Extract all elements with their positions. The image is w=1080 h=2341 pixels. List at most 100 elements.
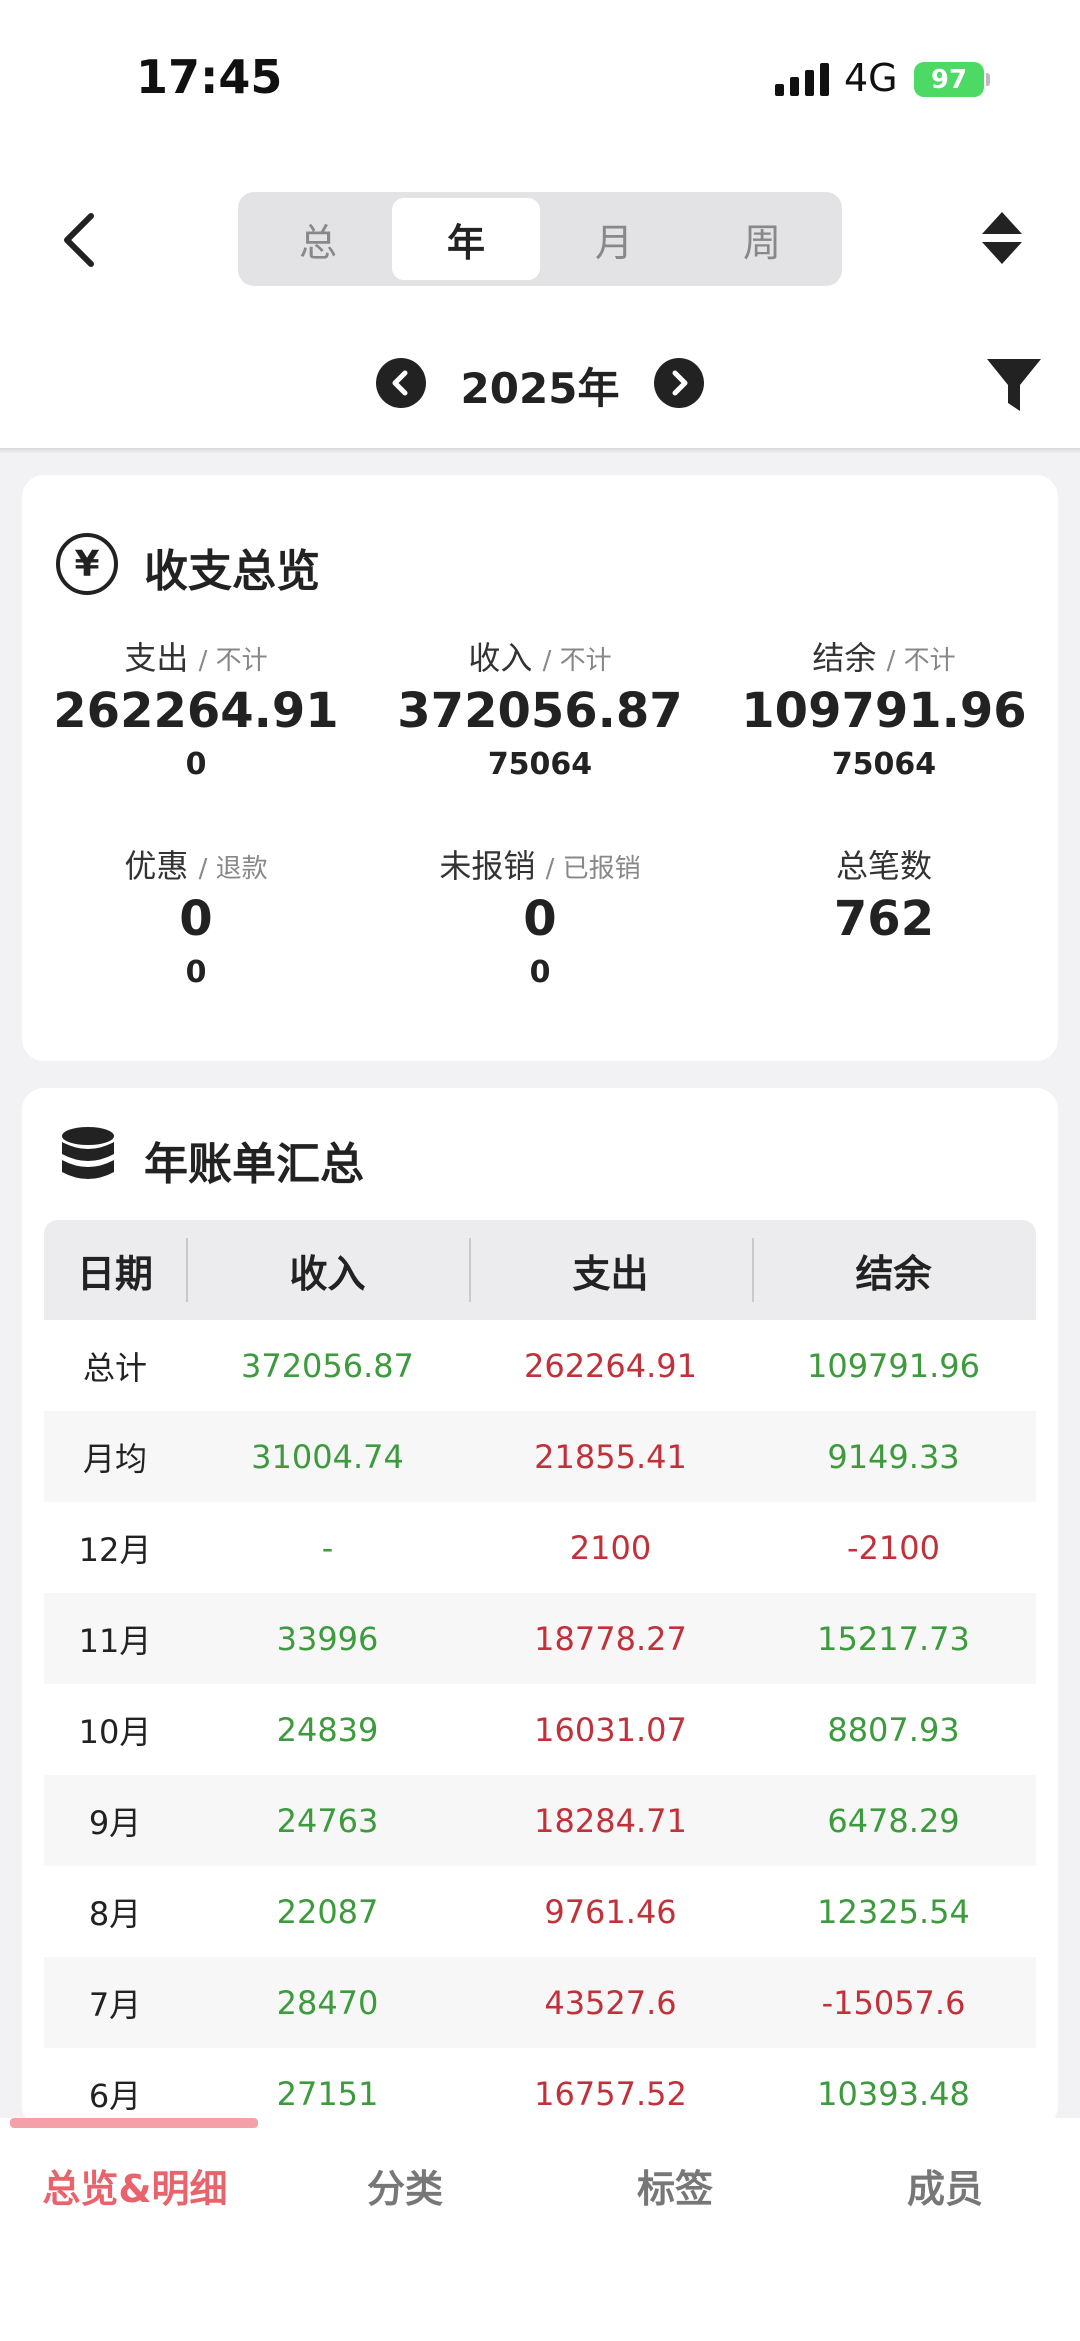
stat-secondary: 0 — [529, 955, 551, 990]
table-row[interactable]: 10月 24839 16031.07 8807.93 — [44, 1684, 1036, 1775]
stat-sublabel: / 已报销 — [545, 854, 641, 884]
cell-date: 9月 — [88, 1803, 142, 1842]
cell-expense: 2100 — [569, 1528, 652, 1567]
table-header: 日期 收入 支出 结余 — [44, 1220, 1036, 1320]
stat-label: 支出 — [124, 639, 189, 677]
segment-year[interactable]: 年 — [392, 198, 540, 280]
cell-balance: 10393.48 — [817, 2074, 970, 2113]
stat-total-count[interactable]: 总笔数 762 — [714, 841, 1054, 947]
cell-date: 11月 — [78, 1621, 152, 1660]
sort-button[interactable] — [980, 208, 1024, 268]
segment-week[interactable]: 周 — [688, 198, 836, 280]
cell-income: 33996 — [276, 1619, 379, 1658]
stat-income[interactable]: 收入 / 不计 372056.87 75064 — [370, 633, 710, 782]
status-time: 17:45 — [136, 50, 283, 104]
header-shadow — [0, 448, 1080, 454]
year-label: 2025年 — [460, 364, 620, 413]
table-row[interactable]: 9月 24763 18284.71 6478.29 — [44, 1775, 1036, 1866]
battery-level: 97 — [930, 64, 968, 95]
stat-secondary: 75064 — [831, 747, 937, 782]
stat-value: 0 — [523, 891, 557, 947]
segment-month[interactable]: 月 — [540, 198, 688, 280]
stat-secondary: 75064 — [487, 747, 593, 782]
cell-date: 月均 — [82, 1439, 147, 1478]
cell-date: 10月 — [78, 1712, 152, 1751]
stat-value: 762 — [833, 891, 935, 947]
next-year-button[interactable] — [654, 358, 704, 408]
cell-balance: 8807.93 — [827, 1710, 960, 1749]
cell-income: 372056.87 — [240, 1346, 415, 1385]
stat-sublabel: / 不计 — [886, 646, 956, 676]
stat-secondary: 0 — [185, 747, 207, 782]
stat-secondary: 0 — [185, 955, 207, 990]
stat-value: 0 — [179, 891, 213, 947]
filter-button[interactable] — [985, 355, 1043, 415]
overview-card: ¥ 收支总览 支出 / 不计 262264.91 0 收入 / 不计 37205… — [22, 475, 1058, 1061]
table-row[interactable]: 8月 22087 9761.46 12325.54 — [44, 1866, 1036, 1957]
cell-date: 12月 — [78, 1530, 152, 1569]
cell-expense: 18284.71 — [534, 1801, 687, 1840]
summary-table: 日期 收入 支出 结余 总计 372056.87 262264.91 10979… — [44, 1220, 1036, 2128]
cell-income: 24763 — [276, 1801, 379, 1840]
cell-balance: 15217.73 — [817, 1619, 970, 1658]
battery-tip — [986, 73, 990, 86]
cell-income: 22087 — [276, 1892, 379, 1931]
header-area: 17:45 4G 97 总 年 月 周 2025年 — [0, 0, 1080, 448]
chevron-left-icon — [64, 213, 94, 267]
column-header-balance[interactable]: 结余 — [752, 1220, 1035, 1320]
tab-tags[interactable]: 标签 — [540, 2158, 810, 2213]
yearly-summary-card: 年账单汇总 日期 收入 支出 结余 总计 372056.87 262264.91… — [22, 1088, 1058, 2128]
stat-sublabel: / 不计 — [198, 646, 268, 676]
cell-balance: -2100 — [847, 1528, 940, 1567]
stat-balance[interactable]: 结余 / 不计 109791.96 75064 — [714, 633, 1054, 782]
cell-income: - — [321, 1528, 334, 1567]
cell-expense: 18778.27 — [534, 1619, 687, 1658]
stat-label: 收入 — [468, 639, 533, 677]
database-icon — [62, 1127, 114, 1179]
tab-overview-detail[interactable]: 总览&明细 — [0, 2158, 270, 2213]
filter-icon — [987, 359, 1041, 411]
cell-balance: -15057.6 — [821, 1983, 966, 2022]
overview-title: 收支总览 — [144, 546, 320, 597]
cell-balance: 6478.29 — [827, 1801, 960, 1840]
table-row[interactable]: 7月 28470 43527.6 -15057.6 — [44, 1957, 1036, 2048]
stat-sublabel: / 不计 — [542, 646, 612, 676]
table-row[interactable]: 月均 31004.74 21855.41 9149.33 — [44, 1411, 1036, 1502]
cell-date: 7月 — [88, 1985, 142, 2024]
table-row[interactable]: 11月 33996 18778.27 15217.73 — [44, 1593, 1036, 1684]
table-row[interactable]: 6月 27151 16757.52 10393.48 — [44, 2048, 1036, 2128]
cell-expense: 9761.46 — [544, 1892, 677, 1931]
segment-total[interactable]: 总 — [244, 198, 392, 280]
cell-date: 8月 — [88, 1894, 142, 1933]
tab-category[interactable]: 分类 — [270, 2158, 540, 2213]
sort-icon — [982, 212, 1022, 264]
stat-reimbursement[interactable]: 未报销 / 已报销 0 0 — [370, 841, 710, 990]
column-header-expense[interactable]: 支出 — [469, 1220, 752, 1320]
network-label: 4G — [844, 56, 898, 100]
cell-balance: 109791.96 — [806, 1346, 981, 1385]
prev-year-button[interactable] — [376, 358, 426, 408]
yen-icon: ¥ — [56, 533, 118, 595]
cell-income: 31004.74 — [251, 1437, 404, 1476]
active-tab-indicator — [10, 2118, 258, 2128]
back-button[interactable] — [52, 205, 106, 275]
tab-members[interactable]: 成员 — [810, 2158, 1080, 2213]
column-header-date[interactable]: 日期 — [44, 1220, 186, 1320]
cell-income: 27151 — [276, 2074, 379, 2113]
period-segmented-control: 总 年 月 周 — [238, 192, 842, 286]
table-row[interactable]: 12月 - 2100 -2100 — [44, 1502, 1036, 1593]
table-row[interactable]: 总计 372056.87 262264.91 109791.96 — [44, 1320, 1036, 1411]
cell-expense: 262264.91 — [523, 1346, 698, 1385]
signal-icon — [775, 62, 829, 96]
stat-label: 结余 — [812, 639, 877, 677]
chevron-right-icon — [672, 370, 688, 396]
bottom-tab-bar: 总览&明细 分类 标签 成员 — [0, 2118, 1080, 2341]
stat-value: 109791.96 — [741, 683, 1027, 739]
cell-expense: 43527.6 — [544, 1983, 677, 2022]
stat-discount[interactable]: 优惠 / 退款 0 0 — [26, 841, 366, 990]
stat-expense[interactable]: 支出 / 不计 262264.91 0 — [26, 633, 366, 782]
column-header-income[interactable]: 收入 — [186, 1220, 469, 1320]
cell-date: 6月 — [88, 2076, 142, 2115]
stat-value: 372056.87 — [397, 683, 683, 739]
stat-label: 优惠 — [124, 847, 189, 885]
